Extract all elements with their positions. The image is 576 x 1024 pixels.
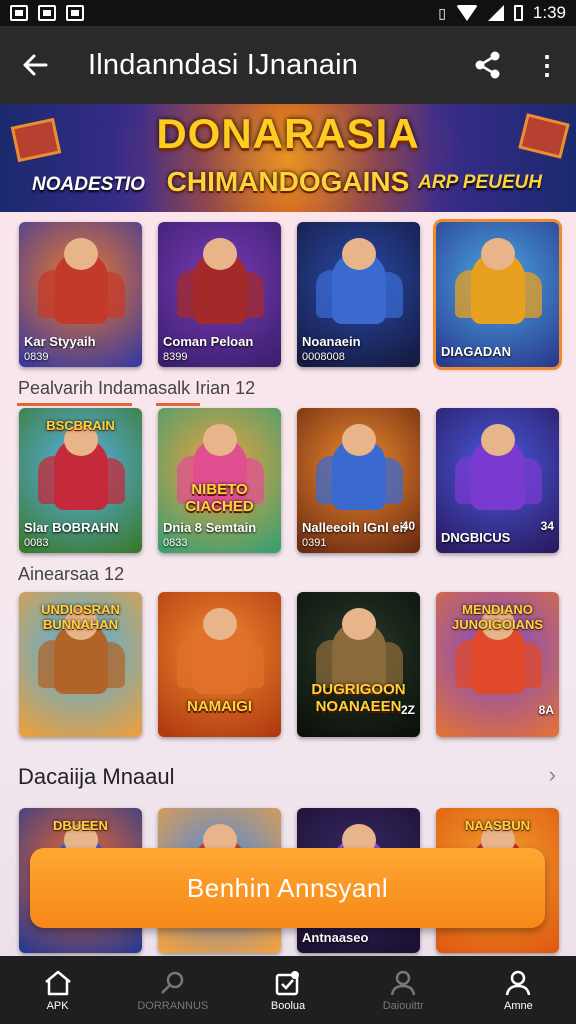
banner-title: DONARASIA [156,110,420,157]
character-head [341,424,376,456]
game-card[interactable]: DIAGADAN [433,219,562,370]
game-card[interactable]: BSCBRAIN Slar BOBRAHN 0083 [19,408,142,553]
share-button[interactable] [458,26,518,104]
game-row-1: Kar Styyaih 0839 Coman Peloan 8399 Noanaein 0… [19,219,562,370]
character-head [480,424,515,456]
game-list: Kar Styyaih 0839 Coman Peloan 8399 Noanaein 0… [0,212,576,956]
game-title: Kar Styyaih [24,334,96,349]
signal-icon [487,5,504,21]
character-head [202,238,237,270]
game-card[interactable]: NIBETO CIACHED Dnia 8 Semtain 0833 [158,408,281,553]
game-logo: DBUEEN [53,818,108,833]
section-accent [156,403,200,406]
promo-banner[interactable]: DONARASIA CHIMANDOGAINS NOADESTIO ARP PE… [0,104,576,212]
vibrate-icon: ▯ [438,4,446,21]
home-icon [44,970,71,996]
game-title: Slar BOBRAHN [24,520,119,535]
game-badge: 34 [540,519,554,533]
game-meta: 0008008 [302,351,345,363]
game-meta: 0391 [302,537,327,549]
nav-item-apk[interactable]: APK [0,956,115,1024]
game-title: Nalleeoih IGnl eir [302,520,409,535]
battery-icon [513,5,523,21]
game-row-2: BSCBRAIN Slar BOBRAHN 0083 NIBETO CIACHED Dn… [19,408,559,553]
game-meta: 8399 [163,351,188,363]
page-title: Ilndanndasi IJnanain [88,48,359,81]
character-head [202,608,237,640]
more-options-button[interactable]: ⋮ [518,26,576,104]
game-logo: UNDIOSRAN BUNNAHAN [41,602,120,632]
game-badge: 2Z [400,703,415,717]
game-meta: 0839 [24,351,49,363]
game-row-3: UNDIOSRAN BUNNAHAN NAMAIGI DUGRIGOON NOANA… [19,592,559,737]
character-head [341,608,376,640]
section-label-1: Pealvarih Indamasalk Irian 12 [18,378,256,398]
game-logo: DUGRIGOON NOANAEEN [311,681,406,715]
share-icon [475,51,500,79]
game-title: Dnia 8 Semtain [163,520,257,535]
game-card[interactable]: MENDIANO JUNOIGOIANS 8A [436,592,559,737]
section-accent [17,403,132,406]
library-icon [275,971,299,996]
banner-right-tag: ARP PEUEUH [418,172,542,193]
person-icon [390,970,416,996]
nav-item-search[interactable]: DORRANNUS [115,956,230,1024]
character-head [63,238,98,270]
game-card[interactable]: NAMAIGI [158,592,281,737]
banner-left-tag: NOADESTIO [32,174,145,195]
character-head [202,424,237,456]
image-notification-icon [10,5,28,21]
game-logo: NAMAIGI [187,698,252,715]
status-bar: ▯ 1:39 [0,0,576,26]
nav-label: APK [46,1000,69,1012]
game-card[interactable]: Coman Peloan 8399 [158,222,281,367]
game-card[interactable]: DUGRIGOON NOANAEEN 2Z [297,592,420,737]
nav-label: Amne [504,1000,533,1012]
nav-item-account[interactable]: Amne [461,956,576,1024]
game-card[interactable]: Nalleeoih IGnl eir 0391 40 [297,408,420,553]
arrow-left-icon [23,54,48,76]
game-meta: 0083 [24,537,49,549]
status-time: 1:39 [532,3,566,22]
nav-item-profile[interactable]: Daiouittr [346,956,461,1024]
search-icon [160,971,184,994]
more-vert-icon: ⋮ [534,49,560,80]
back-button[interactable] [0,26,70,104]
account-icon [506,970,531,996]
bottom-nav: APK DORRANNUS Boolua Daiouittr Amne [0,956,576,1024]
game-card[interactable]: DNGBICUS 34 [436,408,559,553]
game-card[interactable]: Noanaein 0008008 [297,222,420,367]
game-badge: 40 [401,519,415,533]
app-bar: Ilndanndasi IJnanain ⋮ [0,26,576,104]
game-title: Coman Peloan [163,334,254,349]
game-title: Noanaein [302,334,361,349]
character-head [341,238,376,270]
nav-label: Daiouittr [382,1000,424,1012]
game-logo: NAASBUN [465,818,530,833]
character-head [480,238,515,270]
game-logo: BSCBRAIN [46,418,115,433]
section-heading: Dacaiija Mnaaul [18,764,175,789]
wifi-icon [455,5,478,21]
game-title: Antnaaseo [302,930,369,945]
game-logo: NIBETO CIACHED [185,481,254,515]
chevron-right-icon[interactable]: › [549,762,556,788]
game-meta: 0833 [163,537,188,549]
nav-item-library[interactable]: Boolua [230,956,345,1024]
game-title: DNGBICUS [441,530,511,545]
section-label-2: Ainearsaa 12 [18,564,125,584]
game-badge: 8A [538,703,554,717]
gallery-notification-icon [38,5,56,21]
game-title: DIAGADAN [441,344,512,359]
game-card[interactable]: Kar Styyaih 0839 [19,222,142,367]
nav-label: DORRANNUS [137,1000,209,1012]
app-notification-icon [66,5,84,21]
nav-label: Boolua [270,1000,306,1012]
game-card[interactable]: UNDIOSRAN BUNNAHAN [19,592,142,737]
notification-icons [10,5,84,21]
primary-action-button[interactable]: Benhin Annsyanl [30,848,545,928]
game-logo: MENDIANO JUNOIGOIANS [451,602,543,632]
